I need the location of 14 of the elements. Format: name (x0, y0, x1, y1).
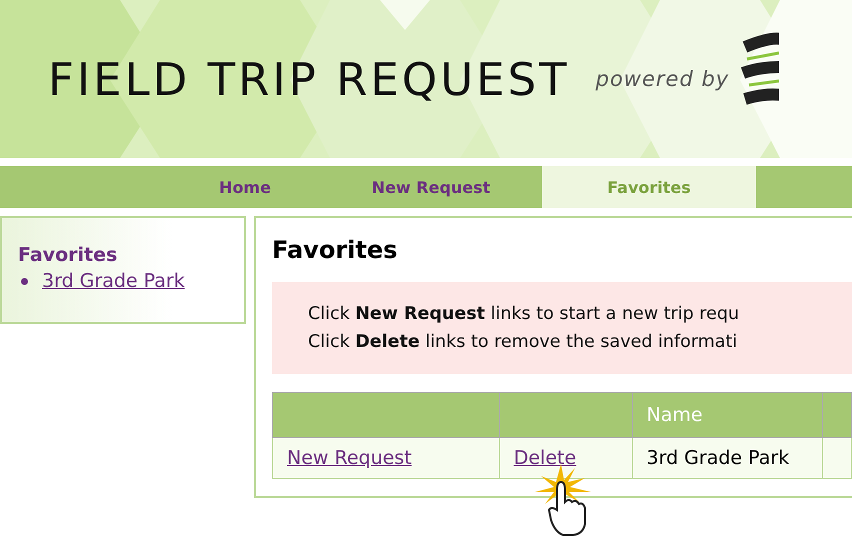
content-title: Favorites (272, 236, 398, 264)
column-header: Name (632, 392, 822, 438)
nav-tab[interactable]: Home (170, 166, 320, 208)
sidebar-title: Favorites (18, 244, 118, 266)
bullet-icon (21, 278, 28, 284)
notice-text: Click Delete links to remove the saved informati (308, 331, 738, 354)
delete-link[interactable]: Delete (514, 447, 576, 469)
nav-tab[interactable]: New Request (356, 166, 506, 208)
table-cell: 3rd Grade Park (632, 438, 822, 478)
page-title: FIELD TRIP REQUEST (48, 52, 570, 106)
favorite-link[interactable]: 3rd Grade Park (42, 270, 185, 292)
notice-text: Click New Request links to start a new trip requ (308, 303, 740, 326)
new-request-link[interactable]: New Request (287, 447, 412, 469)
tagline: powered by (596, 67, 730, 91)
